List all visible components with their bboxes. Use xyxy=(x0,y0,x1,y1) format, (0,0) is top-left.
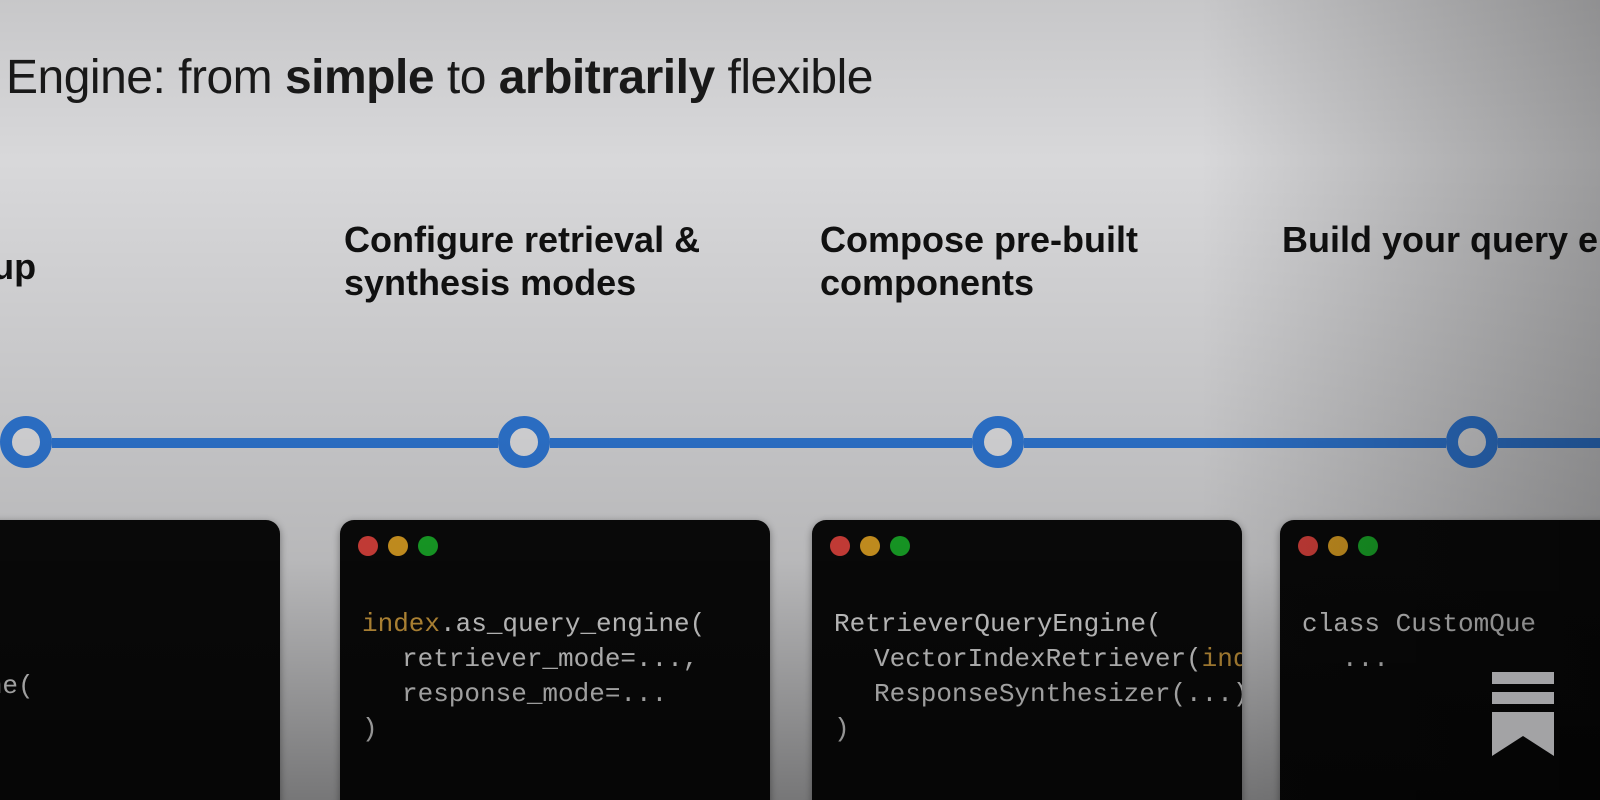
slide-title: Engine: from simple to arbitrarily flexi… xyxy=(6,50,873,105)
code-body-1: ery_engine( xyxy=(0,564,280,759)
step-2-label: Configure retrieval & synthesis modes xyxy=(344,218,774,304)
minimize-icon xyxy=(860,536,880,556)
code-body-3: RetrieverQueryEngine( VectorIndexRetriev… xyxy=(812,564,1242,800)
minimize-icon xyxy=(388,536,408,556)
timeline-node-1 xyxy=(0,416,52,468)
step-1-label: ck setup xyxy=(0,245,36,288)
code-window-4: class CustomQue ... xyxy=(1280,520,1600,800)
window-traffic-lights xyxy=(340,520,770,564)
timeline-node-2 xyxy=(498,416,550,468)
title-suffix: flexible xyxy=(715,51,873,104)
maximize-icon xyxy=(418,536,438,556)
code-window-2: index.as_query_engine( retriever_mode=..… xyxy=(340,520,770,800)
code-token-object: index xyxy=(362,609,440,639)
title-bold-simple: simple xyxy=(285,51,434,104)
timeline-node-4 xyxy=(1446,416,1498,468)
maximize-icon xyxy=(890,536,910,556)
timeline xyxy=(0,420,1600,500)
window-traffic-lights xyxy=(812,520,1242,564)
close-icon xyxy=(830,536,850,556)
window-traffic-lights xyxy=(0,520,280,564)
close-icon xyxy=(358,536,378,556)
timeline-segment xyxy=(550,438,972,448)
code-line: VectorIndexRetriever( xyxy=(874,644,1202,674)
title-mid: to xyxy=(434,51,499,104)
step-4-label: Build your query eng xyxy=(1282,218,1600,261)
timeline-segment xyxy=(1024,438,1446,448)
maximize-icon xyxy=(1358,536,1378,556)
minimize-icon xyxy=(1328,536,1348,556)
timeline-node-3 xyxy=(972,416,1024,468)
code-body-2: index.as_query_engine( retriever_mode=..… xyxy=(340,564,770,800)
timeline-segment xyxy=(1498,438,1600,448)
code-line: RetrieverQueryEngine( xyxy=(834,609,1162,639)
code-line: retriever_mode=..., xyxy=(402,644,698,674)
step-3-label: Compose pre-built components xyxy=(820,218,1200,304)
window-traffic-lights xyxy=(1280,520,1600,564)
title-bold-arbitrarily: arbitrarily xyxy=(499,51,715,104)
close-icon xyxy=(1298,536,1318,556)
code-fragment: ery_engine( xyxy=(0,671,34,701)
code-token-method: .as_query_engine( xyxy=(440,609,705,639)
code-line: ) xyxy=(362,714,378,744)
timeline-segment xyxy=(52,438,498,448)
code-line: ) xyxy=(834,714,850,744)
code-line: ... xyxy=(1342,644,1389,674)
code-line: ResponseSynthesizer(...) xyxy=(874,679,1242,709)
bookmark-icon xyxy=(1488,672,1558,756)
code-token-object: index xyxy=(1202,644,1242,674)
code-line: response_mode=... xyxy=(402,679,667,709)
code-line: class CustomQue xyxy=(1302,609,1536,639)
code-window-1: ery_engine( xyxy=(0,520,280,800)
title-prefix: Engine: from xyxy=(6,51,285,104)
code-window-3: RetrieverQueryEngine( VectorIndexRetriev… xyxy=(812,520,1242,800)
